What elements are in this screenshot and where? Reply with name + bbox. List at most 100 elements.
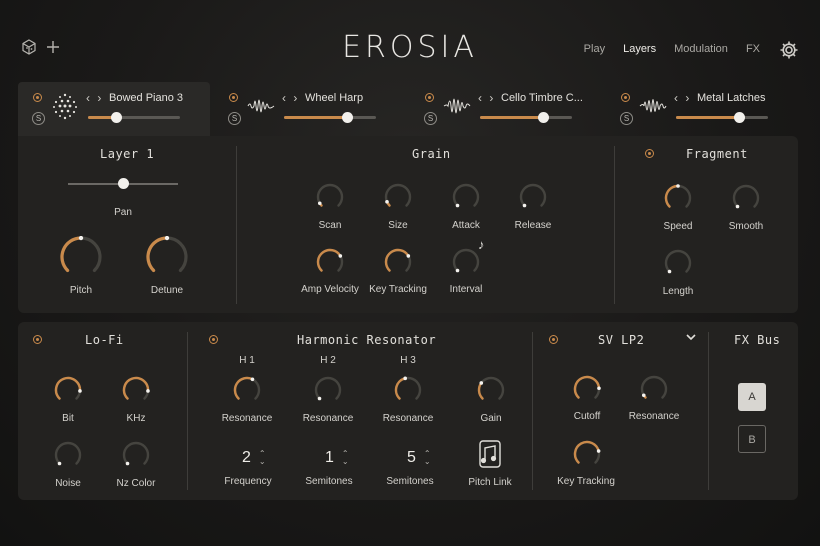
dots-sphere-icon: [53, 93, 77, 120]
stepper-arrows-icon[interactable]: ⌃ ⌄: [259, 450, 266, 466]
waveform-icon: [639, 99, 667, 113]
layer-tabs: S ‹ › Bowed Piano 3 S ‹ › Wheel Harp S ‹…: [18, 82, 798, 136]
size-knob[interactable]: [384, 183, 412, 216]
pitch-link-icon[interactable]: [477, 440, 503, 468]
bit-knob[interactable]: [54, 376, 82, 409]
layer-name[interactable]: Wheel Harp: [305, 92, 363, 104]
cutoff-knob[interactable]: [573, 375, 601, 408]
stepper-value[interactable]: 1: [325, 449, 334, 467]
gain-knob[interactable]: [477, 376, 505, 409]
pitch-link-label: Pitch Link: [468, 477, 512, 488]
layer-volume-slider[interactable]: [88, 112, 180, 123]
layer-tab-2[interactable]: S ‹ › Wheel Harp: [214, 82, 406, 136]
layer-edit-panel: Layer 1 Pan Pitch Detune Grain Scan Size…: [18, 136, 798, 313]
filter-type-select[interactable]: SV LP2: [598, 333, 644, 347]
stepper-arrows-icon[interactable]: ⌃ ⌄: [424, 450, 431, 466]
layer-prev-next-arrows[interactable]: ‹ ›: [282, 91, 299, 105]
layer-name[interactable]: Metal Latches: [697, 92, 765, 104]
divider: [532, 332, 533, 490]
layer-tab-1[interactable]: S ‹ › Bowed Piano 3: [18, 82, 210, 136]
layer-tab-4[interactable]: S ‹ › Metal Latches: [606, 82, 798, 136]
frequency-stepper[interactable]: 2 ⌃ ⌄: [242, 449, 266, 467]
gear-icon[interactable]: [779, 40, 799, 60]
key-tracking-label: Key Tracking: [369, 284, 427, 295]
semitones-label: Semitones: [305, 476, 353, 487]
layer-name[interactable]: Cello Timbre C...: [501, 92, 583, 104]
key-tracking-knob[interactable]: [384, 248, 412, 281]
amp-velocity-knob[interactable]: [316, 248, 344, 281]
attack-knob[interactable]: [452, 183, 480, 216]
layer-tab-3[interactable]: S ‹ › Cello Timbre C...: [410, 82, 602, 136]
detune-knob[interactable]: [146, 235, 188, 283]
erosia-window: EROSIA Play Layers Modulation FX S ‹ › B…: [0, 0, 820, 546]
layer-power-icon[interactable]: [33, 93, 42, 102]
fx-bus-a-button[interactable]: A: [738, 383, 766, 411]
layer-power-icon[interactable]: [425, 93, 434, 102]
noise-label: Noise: [55, 478, 81, 489]
filter-key-tracking-label: Key Tracking: [557, 476, 615, 487]
fragment-title: Fragment: [686, 147, 748, 161]
divider: [187, 332, 188, 490]
attack-label: Attack: [452, 220, 480, 231]
nav-fx[interactable]: FX: [746, 43, 760, 55]
scan-label: Scan: [318, 220, 342, 231]
filter-resonance-label: Resonance: [628, 411, 680, 422]
layer-prev-next-arrows[interactable]: ‹ ›: [478, 91, 495, 105]
smooth-knob[interactable]: [732, 184, 760, 217]
interval-knob[interactable]: [452, 248, 480, 281]
stepper-value[interactable]: 2: [242, 449, 251, 467]
layer-volume-slider[interactable]: [284, 112, 376, 123]
semitones-stepper[interactable]: 5 ⌃ ⌄: [407, 449, 431, 467]
resonance-h2-knob[interactable]: [314, 376, 342, 409]
layer-name[interactable]: Bowed Piano 3: [109, 92, 183, 104]
filter-resonance-knob[interactable]: [640, 375, 668, 408]
filter-power-icon[interactable]: [549, 335, 558, 344]
layer-power-icon[interactable]: [621, 93, 630, 102]
layer-power-icon[interactable]: [229, 93, 238, 102]
filter-key-tracking-knob[interactable]: [573, 440, 601, 473]
release-knob[interactable]: [519, 183, 547, 216]
noise-knob[interactable]: [54, 441, 82, 474]
size-label: Size: [388, 220, 408, 231]
length-knob[interactable]: [664, 249, 692, 282]
semitones-stepper[interactable]: 1 ⌃ ⌄: [325, 449, 349, 467]
chevron-down-icon[interactable]: [686, 333, 696, 343]
bit-label: Bit: [62, 413, 74, 424]
semitones-label: Semitones: [386, 476, 434, 487]
music-note-icon[interactable]: ♪: [478, 237, 485, 252]
solo-button[interactable]: S: [620, 112, 633, 125]
nav-layers[interactable]: Layers: [623, 43, 656, 55]
nav-play[interactable]: Play: [584, 43, 605, 55]
nav-modulation[interactable]: Modulation: [674, 43, 728, 55]
pitch-knob[interactable]: [60, 235, 102, 283]
divider: [614, 146, 615, 304]
fx-bus-b-button[interactable]: B: [738, 425, 766, 453]
layer-prev-next-arrows[interactable]: ‹ ›: [86, 91, 103, 105]
stepper-value[interactable]: 5: [407, 449, 416, 467]
lofi-power-icon[interactable]: [33, 335, 42, 344]
pan-slider[interactable]: [68, 178, 178, 189]
speed-knob[interactable]: [664, 184, 692, 217]
solo-button[interactable]: S: [228, 112, 241, 125]
scan-knob[interactable]: [316, 183, 344, 216]
speed-label: Speed: [663, 221, 693, 232]
pitch-label: Pitch: [69, 285, 93, 296]
resonator-title: Harmonic Resonator: [297, 333, 437, 347]
resonance-h1-knob[interactable]: [233, 376, 261, 409]
layer-volume-slider[interactable]: [480, 112, 572, 123]
khz-knob[interactable]: [122, 376, 150, 409]
resonance-h3-knob[interactable]: [394, 376, 422, 409]
layer-prev-next-arrows[interactable]: ‹ ›: [674, 91, 691, 105]
harmonic-label: H 1: [239, 355, 255, 366]
divider: [708, 332, 709, 490]
pan-label: Pan: [114, 207, 132, 218]
solo-button[interactable]: S: [32, 112, 45, 125]
waveform-icon: [247, 99, 275, 113]
stepper-arrows-icon[interactable]: ⌃ ⌄: [342, 450, 349, 466]
solo-button[interactable]: S: [424, 112, 437, 125]
cutoff-label: Cutoff: [573, 411, 601, 422]
resonator-power-icon[interactable]: [209, 335, 218, 344]
fragment-power-icon[interactable]: [645, 149, 654, 158]
nz-color-knob[interactable]: [122, 441, 150, 474]
layer-volume-slider[interactable]: [676, 112, 768, 123]
